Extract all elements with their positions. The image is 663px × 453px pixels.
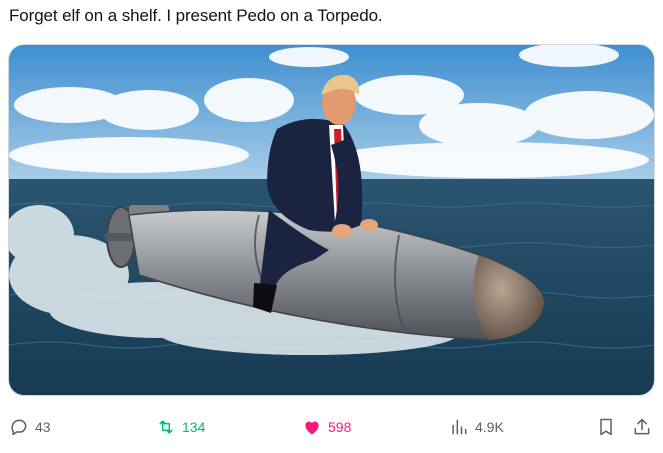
reply-icon [11, 419, 27, 436]
reply-count: 43 [35, 419, 51, 435]
views-count: 4.9K [475, 419, 504, 435]
bookmark-button[interactable] [596, 412, 616, 442]
views-button[interactable]: 4.9K [449, 412, 504, 442]
retweet-button[interactable]: 134 [156, 412, 205, 442]
action-bar: 43 134 598 4.9K [0, 412, 663, 442]
like-button[interactable]: 598 [302, 412, 351, 442]
retweet-count: 134 [182, 419, 206, 435]
share-icon [634, 418, 650, 435]
heart-icon [305, 421, 319, 435]
like-count: 598 [328, 419, 352, 435]
share-button[interactable] [632, 412, 652, 442]
reply-button[interactable]: 43 [9, 412, 51, 442]
retweet-icon [159, 420, 173, 434]
post-text: Forget elf on a shelf. I present Pedo on… [9, 6, 383, 25]
post-image[interactable] [8, 44, 655, 396]
views-icon [452, 419, 467, 435]
bookmark-icon [600, 418, 612, 436]
torpedo-illustration [9, 45, 654, 395]
